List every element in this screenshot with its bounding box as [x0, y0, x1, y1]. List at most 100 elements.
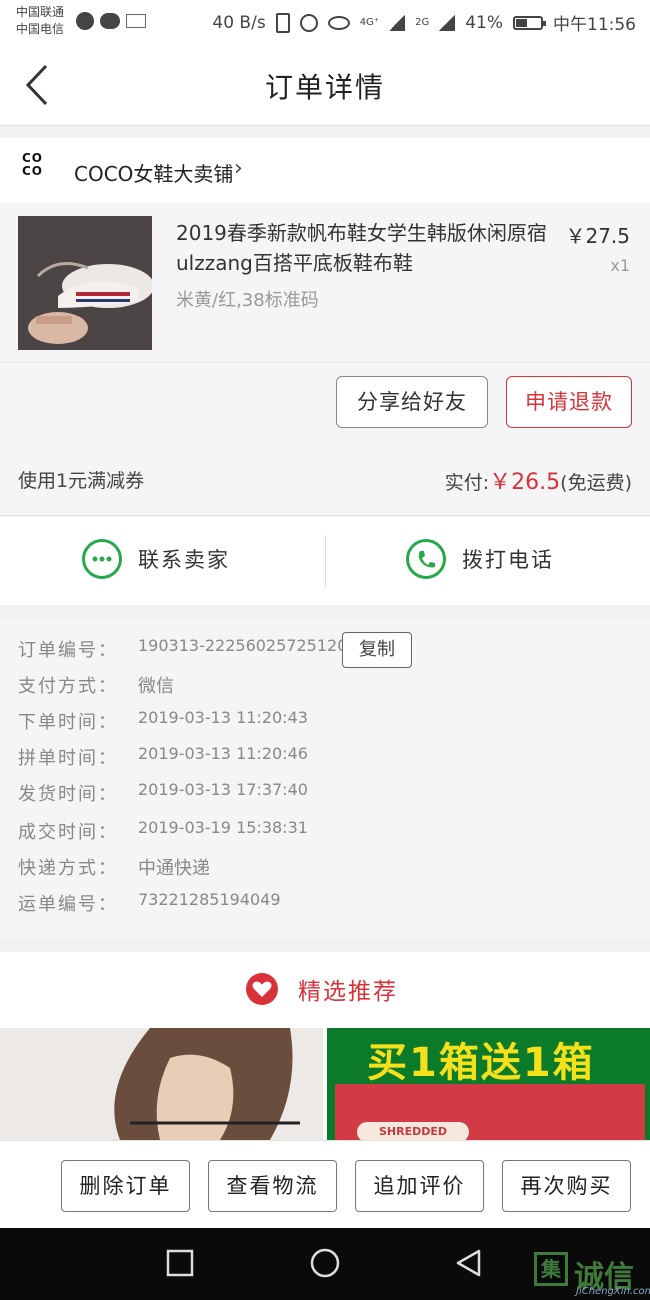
vibrate-icon	[275, 12, 290, 33]
alarm-icon	[299, 13, 318, 32]
product-title[interactable]: 2019春季新款帆布鞋女学生韩版休闲原宿ulzzang百搭平底板鞋布鞋	[176, 218, 576, 278]
call-label: 拨打电话	[462, 548, 554, 572]
signal-icon	[389, 14, 406, 31]
weibo-icon	[76, 12, 94, 30]
square-icon	[166, 1249, 194, 1277]
home-button[interactable]	[308, 1246, 342, 1280]
shop-name[interactable]: COCO女鞋大卖铺	[74, 158, 233, 187]
model-photo	[0, 1028, 323, 1140]
info-value: 微信	[138, 676, 174, 697]
share-button[interactable]: 分享给好友	[336, 376, 488, 428]
info-row-payment: 支付方式： 微信	[18, 672, 174, 702]
paid-amount: ￥26.5	[489, 470, 561, 495]
order-number: 190313-222560257251204	[138, 636, 358, 655]
order-info: 订单编号： 190313-222560257251204 复制 支付方式： 微信…	[0, 618, 650, 938]
info-key: 下单时间：	[18, 712, 118, 733]
notification-icons	[76, 12, 146, 30]
info-key: 拼单时间：	[18, 748, 118, 769]
info-key: 支付方式：	[18, 676, 118, 697]
sneaker-image	[18, 216, 152, 350]
info-key: 发货时间：	[18, 784, 118, 805]
info-key: 运单编号：	[18, 894, 118, 915]
coupon-label: 使用1元满减券	[18, 470, 145, 492]
contact-bar: 联系卖家 拨打电话	[0, 517, 650, 605]
add-review-button[interactable]: 追加评价	[355, 1160, 484, 1212]
phone-icon	[406, 539, 446, 579]
status-right: 40 B/s 4G⁺ 2G 41% 中午11:56	[212, 10, 636, 35]
delete-order-button[interactable]: 删除订单	[61, 1160, 190, 1212]
info-value: 2019-03-13 11:20:43	[138, 708, 308, 727]
bottom-action-bar: 删除订单 查看物流 追加评价 再次购买	[0, 1140, 650, 1228]
info-key: 订单编号：	[18, 640, 118, 661]
action-row: 分享给好友 申请退款	[0, 362, 650, 442]
network-4g-label: 4G⁺	[359, 17, 380, 28]
info-value: 中通快递	[138, 858, 210, 879]
network-2g-label: 2G	[415, 17, 430, 28]
view-logistics-button[interactable]: 查看物流	[208, 1160, 337, 1212]
shop-logo: CO CO	[22, 151, 44, 178]
paid-total: 实付:￥26.5(免运费)	[445, 464, 632, 496]
copy-button[interactable]: 复制	[342, 632, 412, 668]
net-speed: 40 B/s	[212, 12, 266, 33]
promo-headline: 买1箱送1箱	[367, 1040, 595, 1086]
paid-prefix: 实付:	[444, 472, 490, 494]
battery-percent: 41%	[465, 12, 503, 33]
recents-button[interactable]	[163, 1246, 197, 1280]
learning-app-icon	[126, 14, 146, 28]
watermark: 集 诚信 JiChengXin.com	[532, 1250, 650, 1300]
recommend-tile-1[interactable]	[0, 1028, 323, 1140]
triangle-back-icon	[456, 1249, 481, 1277]
carrier-info: 中国联通 中国电信	[16, 4, 64, 38]
info-row-order-time: 下单时间： 2019-03-13 11:20:43	[18, 708, 308, 738]
carrier-2: 中国电信	[16, 22, 65, 36]
info-row-deal-time: 成交时间： 2019-03-19 15:38:31	[18, 818, 308, 848]
call-button[interactable]: 拨打电话	[406, 539, 554, 579]
recommend-tile-2[interactable]: 买1箱送1箱 SHREDDED BREAD	[327, 1028, 650, 1140]
wechat-icon	[100, 13, 120, 29]
info-row-courier: 快递方式： 中通快递	[18, 854, 210, 884]
recommend-header: 精选推荐	[0, 952, 650, 1028]
paid-suffix: (免运费)	[560, 472, 632, 494]
eye-icon	[327, 15, 350, 30]
page-header: 订单详情	[0, 44, 650, 126]
payment-summary: 使用1元满减券 实付:￥26.5(免运费)	[0, 442, 650, 516]
watermark-url: JiChengXin.com	[576, 1286, 650, 1297]
info-key: 快递方式：	[18, 858, 118, 879]
info-row-ship-time: 发货时间： 2019-03-13 17:37:40	[18, 780, 308, 810]
product-item[interactable]: 2019春季新款帆布鞋女学生韩版休闲原宿ulzzang百搭平底板鞋布鞋 米黄/红…	[0, 202, 650, 362]
chevron-right-icon[interactable]: ›	[234, 156, 243, 181]
product-spec: 米黄/红,38标准码	[176, 290, 319, 311]
info-key: 成交时间：	[18, 822, 118, 843]
back-nav-button[interactable]	[452, 1246, 486, 1280]
chat-icon	[82, 539, 122, 579]
info-value: 2019-03-13 17:37:40	[138, 780, 308, 799]
divider	[325, 535, 326, 587]
info-row-order-no: 订单编号： 190313-222560257251204	[18, 636, 358, 666]
contact-seller-button[interactable]: 联系卖家	[82, 539, 230, 579]
contact-seller-label: 联系卖家	[138, 548, 230, 572]
info-row-waybill: 运单编号： 73221285194049	[18, 890, 281, 920]
refund-button[interactable]: 申请退款	[506, 376, 632, 428]
product-image[interactable]	[18, 216, 152, 350]
product-qty: x1	[610, 256, 630, 275]
recommend-grid: 买1箱送1箱 SHREDDED BREAD	[0, 1028, 650, 1140]
clock: 中午11:56	[553, 15, 636, 35]
buy-again-button[interactable]: 再次购买	[502, 1160, 631, 1212]
watermark-logo: 集	[534, 1252, 568, 1286]
promo-product-label: SHREDDED BREAD	[357, 1122, 469, 1140]
heart-icon	[246, 973, 278, 1005]
page-title: 订单详情	[264, 71, 385, 104]
circle-icon	[310, 1248, 340, 1278]
waybill-number: 73221285194049	[138, 890, 281, 909]
info-value: 2019-03-13 11:20:46	[138, 744, 308, 763]
product-price: ￥27.5	[565, 224, 630, 248]
battery-icon	[513, 15, 546, 30]
carrier-1: 中国联通	[16, 5, 65, 19]
recommend-title-wrap: 精选推荐	[246, 972, 398, 1006]
info-value: 2019-03-19 15:38:31	[138, 818, 308, 837]
info-row-group-time: 拼单时间： 2019-03-13 11:20:46	[18, 744, 308, 774]
shop-bar[interactable]: CO CO COCO女鞋大卖铺 ›	[0, 138, 650, 202]
signal-icon-2	[439, 14, 456, 31]
recommend-title: 精选推荐	[298, 979, 398, 1005]
status-bar: 中国联通 中国电信 40 B/s 4G⁺ 2G 41% 中午11:56	[0, 0, 650, 44]
